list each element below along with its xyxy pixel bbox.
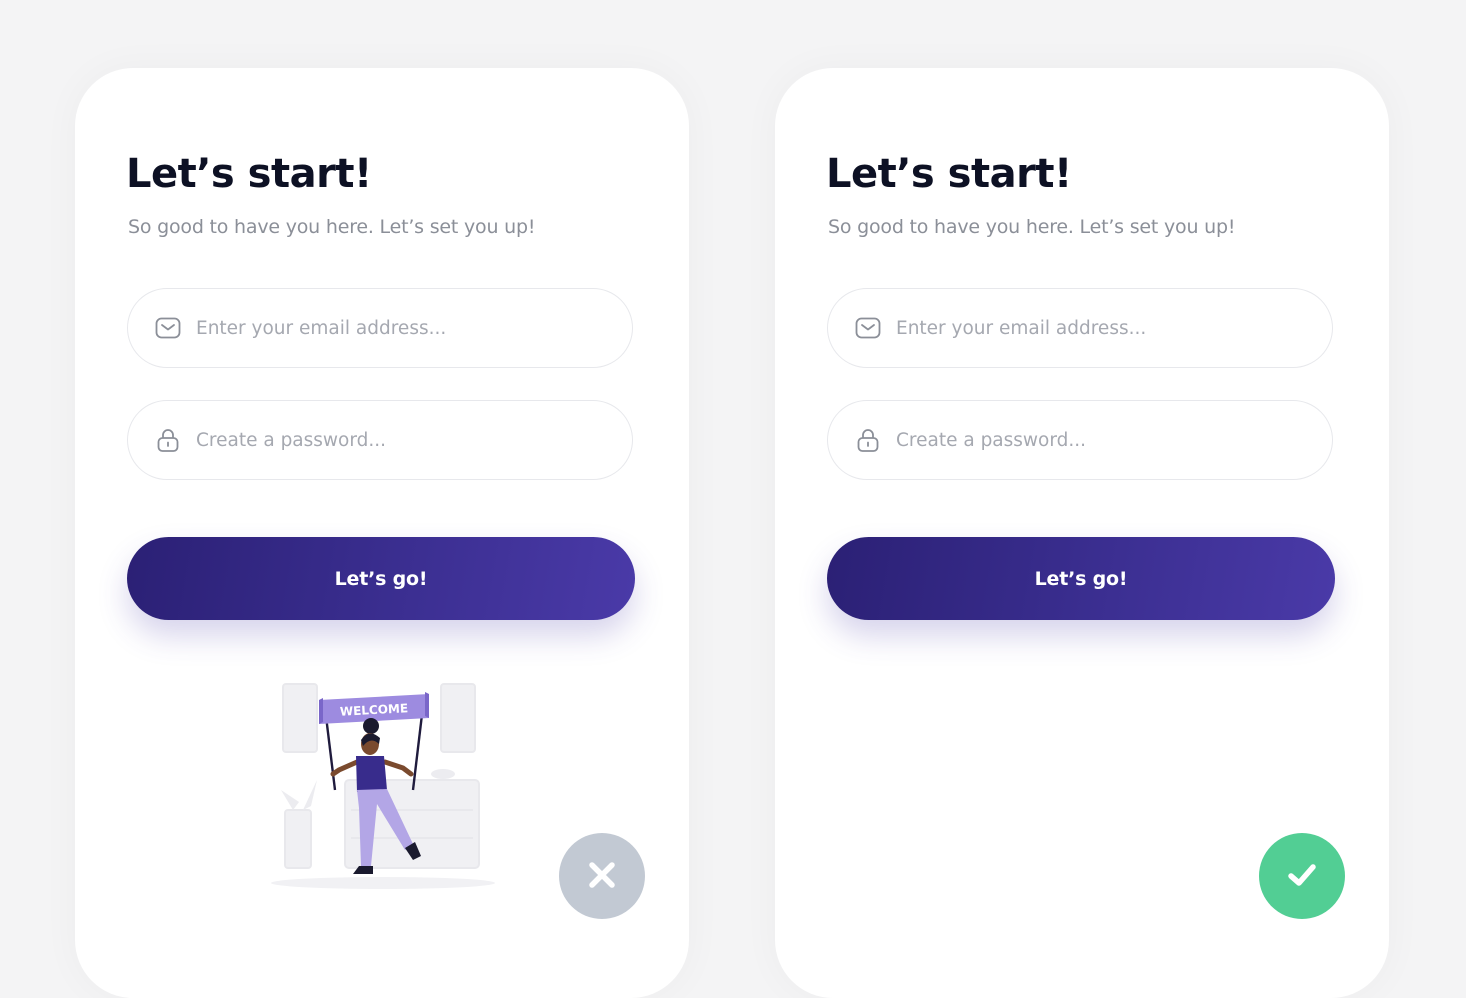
- password-input[interactable]: [196, 429, 596, 451]
- error-status-button[interactable]: [559, 833, 645, 919]
- mail-icon: [154, 314, 182, 342]
- password-field: [827, 400, 1333, 480]
- signup-card-error: Let’s start! So good to have you here. L…: [75, 68, 689, 998]
- welcome-banner-illustration: WELCOME: [253, 678, 513, 898]
- success-status-button[interactable]: [1259, 833, 1345, 919]
- signup-card-success: Let’s start! So good to have you here. L…: [775, 68, 1389, 998]
- email-input[interactable]: [196, 317, 596, 339]
- page-title: Let’s start!: [826, 151, 1072, 197]
- password-field: [127, 400, 633, 480]
- lets-go-button[interactable]: Let’s go!: [827, 537, 1335, 620]
- page-subtitle: So good to have you here. Let’s set you …: [128, 216, 536, 238]
- lock-icon: [154, 426, 182, 454]
- email-field: [827, 288, 1333, 368]
- email-field: [127, 288, 633, 368]
- mail-icon: [854, 314, 882, 342]
- lock-icon: [854, 426, 882, 454]
- email-input[interactable]: [896, 317, 1296, 339]
- password-input[interactable]: [896, 429, 1296, 451]
- page-title: Let’s start!: [126, 151, 372, 197]
- page-subtitle: So good to have you here. Let’s set you …: [828, 216, 1236, 238]
- lets-go-button[interactable]: Let’s go!: [127, 537, 635, 620]
- check-icon: [1283, 856, 1321, 897]
- close-icon: [585, 858, 619, 895]
